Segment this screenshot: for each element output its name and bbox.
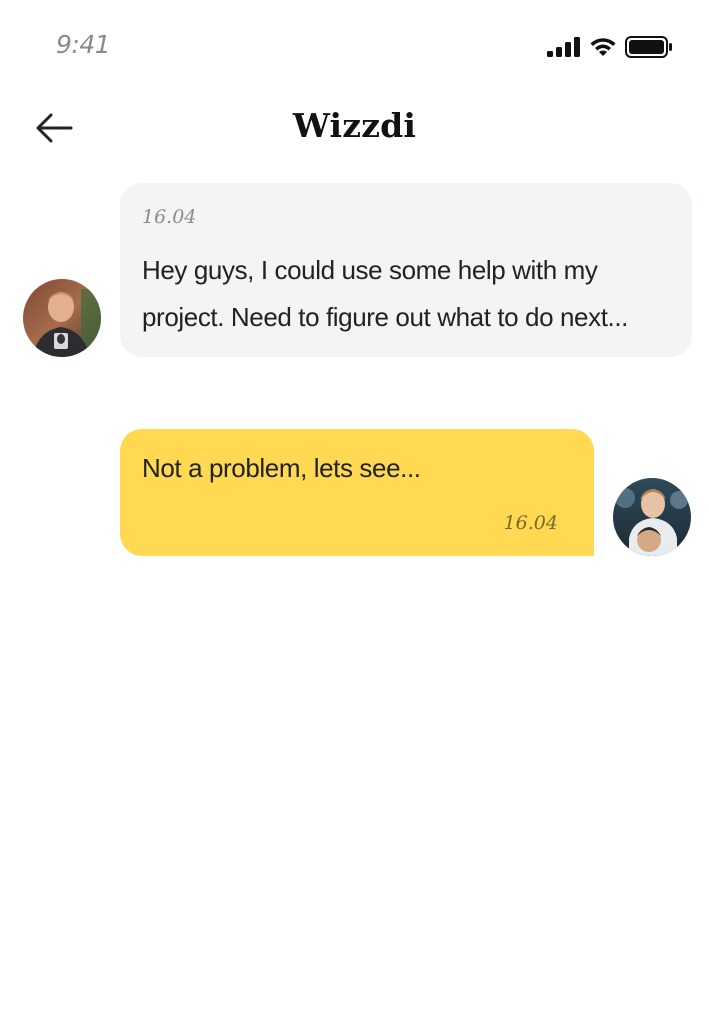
signal-icon [547, 37, 581, 57]
page-title: Wizzdi [292, 106, 417, 145]
message-text: Hey guys, I could use some help with my … [142, 255, 629, 332]
avatar-user-2[interactable] [613, 478, 691, 556]
avatar-user-1[interactable] [23, 279, 101, 357]
message-bubble-incoming[interactable]: 16.04 Hey guys, I could use some help wi… [120, 183, 692, 357]
status-time: 9:41 [56, 30, 111, 59]
status-icons [547, 35, 673, 59]
wifi-icon [589, 36, 617, 58]
message-bubble-outgoing[interactable]: Not a problem, lets see... 16.04 [120, 429, 594, 556]
message-time: 16.04 [142, 206, 197, 228]
message-text: Not a problem, lets see... [142, 453, 421, 483]
battery-icon [625, 36, 673, 58]
message-time: 16.04 [503, 512, 558, 534]
